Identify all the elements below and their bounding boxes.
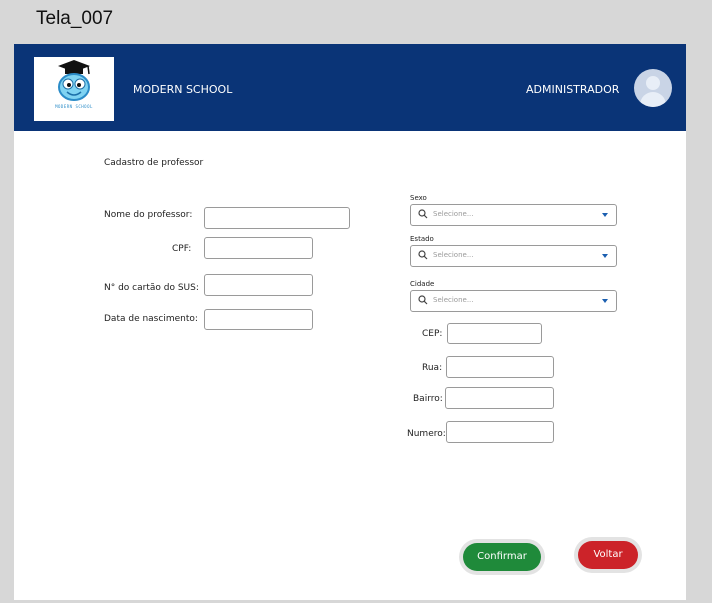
avatar-body	[640, 92, 666, 107]
chevron-down-icon	[602, 254, 608, 258]
cep-input[interactable]	[447, 323, 542, 344]
avatar-head	[646, 76, 660, 90]
sex-select[interactable]: Selecione...	[410, 204, 617, 226]
sex-label: Sexo	[410, 194, 427, 202]
frame-title: Tela_007	[36, 8, 114, 29]
state-select-placeholder: Selecione...	[433, 251, 474, 259]
state-label: Estado	[410, 235, 434, 243]
sus-card-input[interactable]	[204, 274, 313, 296]
birth-date-input[interactable]	[204, 309, 313, 330]
sus-card-label: N° do cartão do SUS:	[104, 283, 199, 293]
street-input[interactable]	[446, 356, 554, 378]
city-select[interactable]: Selecione...	[410, 290, 617, 312]
city-label: Cidade	[410, 280, 435, 288]
neighborhood-input[interactable]	[445, 387, 554, 409]
birth-date-label: Data de nascimento:	[104, 314, 198, 324]
sex-select-placeholder: Selecione...	[433, 210, 474, 218]
cep-label: CEP:	[422, 329, 443, 339]
number-label: Numero:	[407, 429, 446, 439]
user-role[interactable]: ADMINISTRADOR	[526, 83, 619, 96]
avatar-icon[interactable]	[634, 69, 672, 107]
street-label: Rua:	[422, 363, 443, 373]
city-select-placeholder: Selecione...	[433, 296, 474, 304]
cpf-input[interactable]	[204, 237, 313, 259]
app-header: MODERN SCHOOL MODERN SCHOOL ADMINISTRADO…	[14, 44, 686, 131]
chevron-down-icon	[602, 213, 608, 217]
search-icon	[418, 209, 428, 219]
search-icon	[418, 250, 428, 260]
teacher-name-input[interactable]	[204, 207, 350, 229]
neighborhood-label: Bairro:	[413, 394, 443, 404]
confirm-button[interactable]: Confirmar	[463, 543, 541, 571]
teacher-name-label: Nome do professor:	[104, 210, 193, 220]
page: MODERN SCHOOL MODERN SCHOOL ADMINISTRADO…	[14, 44, 686, 600]
school-logo[interactable]: MODERN SCHOOL	[34, 57, 114, 121]
state-select[interactable]: Selecione...	[410, 245, 617, 267]
form-title: Cadastro de professor	[104, 158, 204, 168]
brand-name: MODERN SCHOOL	[133, 83, 233, 96]
back-button[interactable]: Voltar	[578, 541, 638, 569]
graduation-logo-icon	[58, 60, 90, 101]
number-input[interactable]	[446, 421, 554, 443]
chevron-down-icon	[602, 299, 608, 303]
logo-text: MODERN SCHOOL	[55, 104, 93, 109]
search-icon	[418, 295, 428, 305]
cpf-label: CPF:	[172, 244, 192, 254]
